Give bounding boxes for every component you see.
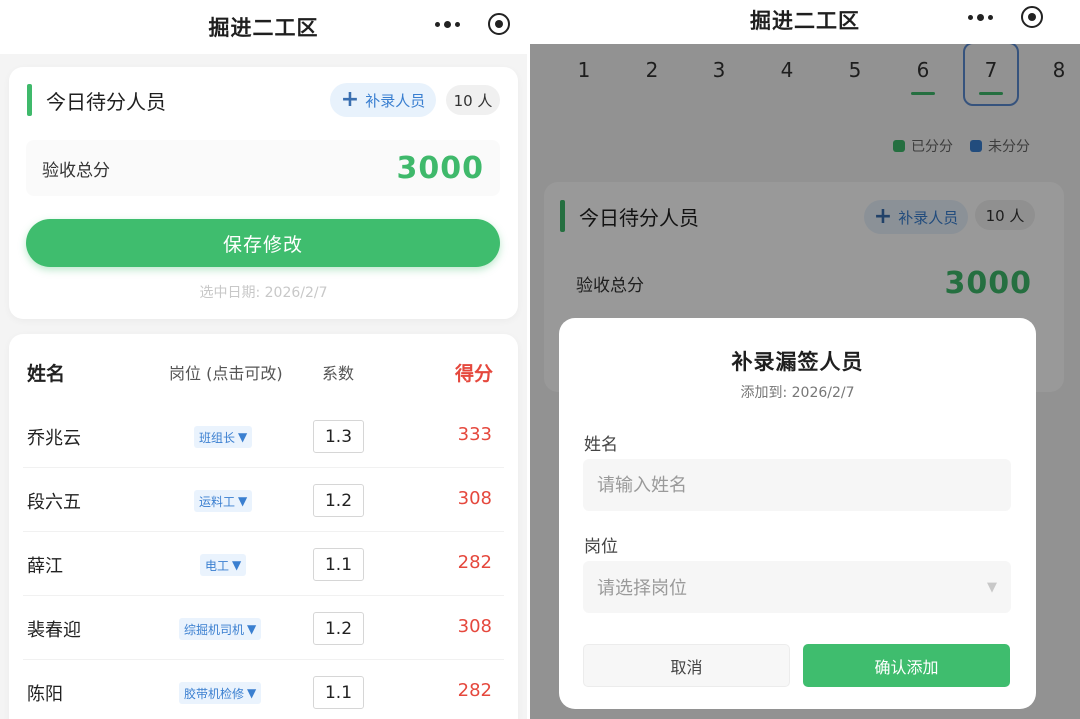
dropdown-triangle-icon: ▼ <box>238 494 248 508</box>
nav-bar: 掘进二工区 <box>530 0 1080 40</box>
person-score: 282 <box>457 552 492 573</box>
target-icon[interactable] <box>1021 6 1043 28</box>
more-dots-icon[interactable] <box>965 13 995 21</box>
position-label: 胶带机检修 <box>184 686 245 701</box>
add-person-button[interactable]: + 补录人员 <box>330 83 436 117</box>
plus-icon: + <box>340 87 360 112</box>
mini-program-capsule <box>432 13 510 35</box>
table-row: 薛江 电工 ▼ 1.1 282 <box>9 532 518 596</box>
position-tag[interactable]: 运料工 ▼ <box>194 490 253 512</box>
score-table: 姓名 岗位 (点击可改) 系数 得分 乔兆云 班组长 ▼ 1.3 333 段六五 … <box>9 334 518 719</box>
person-name: 裴春迎 <box>27 620 81 641</box>
person-score: 282 <box>457 680 492 701</box>
position-label: 电工 <box>205 558 230 573</box>
selected-date-text: 选中日期: 2026/2/7 <box>199 285 328 301</box>
table-row: 乔兆云 班组长 ▼ 1.3 333 <box>9 404 518 468</box>
summary-card: 今日待分人员 + 补录人员 10 人 验收总分 3000 保存修改 选中日期: … <box>9 67 518 319</box>
name-field-label: 姓名 <box>584 435 618 455</box>
add-person-label: 补录人员 <box>365 91 426 110</box>
dropdown-triangle-icon: ▼ <box>247 686 257 700</box>
chevron-down-icon: ▼ <box>987 579 997 595</box>
coef-input[interactable]: 1.3 <box>313 420 364 453</box>
mini-program-capsule <box>965 6 1043 28</box>
position-label: 综掘机司机 <box>184 622 245 637</box>
dialog-subtitle: 添加到: 2026/2/7 <box>740 385 855 401</box>
header-position: 岗位 (点击可改) <box>169 364 283 383</box>
nav-title: 掘进二工区 <box>750 9 860 33</box>
header-name: 姓名 <box>27 363 66 385</box>
target-icon[interactable] <box>488 13 510 35</box>
table-row: 段六五 运料工 ▼ 1.2 308 <box>9 468 518 532</box>
cancel-button[interactable]: 取消 <box>583 644 790 687</box>
position-label: 班组长 <box>199 430 236 445</box>
total-score-row: 验收总分 3000 <box>26 140 500 196</box>
header-score: 得分 <box>455 363 494 385</box>
person-name: 薛江 <box>27 556 63 577</box>
confirm-add-button[interactable]: 确认添加 <box>803 644 1010 687</box>
position-tag[interactable]: 胶带机检修 ▼ <box>179 682 262 704</box>
person-score: 333 <box>457 424 492 445</box>
person-score: 308 <box>457 616 492 637</box>
person-name: 陈阳 <box>27 684 63 705</box>
nav-title: 掘进二工区 <box>208 16 319 40</box>
nav-bar: 掘进二工区 <box>0 0 527 54</box>
position-tag[interactable]: 班组长 ▼ <box>194 426 253 448</box>
position-select-placeholder: 请选择岗位 <box>597 578 687 599</box>
save-changes-button[interactable]: 保存修改 <box>26 219 500 267</box>
person-score: 308 <box>457 488 492 509</box>
dropdown-triangle-icon: ▼ <box>232 558 242 572</box>
dialog-title: 补录漏签人员 <box>731 350 864 374</box>
left-screen: 掘进二工区 今日待分人员 + 补录人员 10 人 验收总分 3000 保存修改 … <box>0 0 527 719</box>
position-select[interactable]: 请选择岗位 ▼ <box>583 561 1011 613</box>
position-tag[interactable]: 电工 ▼ <box>200 554 247 576</box>
position-field-label: 岗位 <box>584 537 618 557</box>
coef-input[interactable]: 1.2 <box>313 484 364 517</box>
coef-input[interactable]: 1.1 <box>313 676 364 709</box>
person-name: 乔兆云 <box>27 428 81 449</box>
coef-input[interactable]: 1.2 <box>313 612 364 645</box>
section-accent-bar <box>27 84 32 116</box>
name-input[interactable] <box>583 459 1011 511</box>
right-screen: 掘进二工区 1 2 3 4 5 6 7 8 已分分 未分分 今日待分人员 + 补… <box>530 0 1080 719</box>
total-score-label: 验收总分 <box>42 160 110 181</box>
total-score-value: 3000 <box>396 150 484 186</box>
section-header: 今日待分人员 <box>27 84 166 116</box>
person-name: 段六五 <box>27 492 81 513</box>
person-count-badge: 10 人 <box>446 85 500 115</box>
section-title: 今日待分人员 <box>46 89 166 114</box>
coef-input[interactable]: 1.1 <box>313 548 364 581</box>
header-coef: 系数 <box>322 364 355 383</box>
more-dots-icon[interactable] <box>432 20 462 28</box>
table-row: 陈阳 胶带机检修 ▼ 1.1 282 <box>9 660 518 719</box>
dropdown-triangle-icon: ▼ <box>247 622 257 636</box>
table-row: 裴春迎 综掘机司机 ▼ 1.2 308 <box>9 596 518 660</box>
position-tag[interactable]: 综掘机司机 ▼ <box>179 618 262 640</box>
position-label: 运料工 <box>199 494 236 509</box>
dropdown-triangle-icon: ▼ <box>238 430 248 444</box>
add-missing-person-dialog: 补录漏签人员 添加到: 2026/2/7 姓名 岗位 请选择岗位 ▼ 取消 确认… <box>559 318 1036 709</box>
